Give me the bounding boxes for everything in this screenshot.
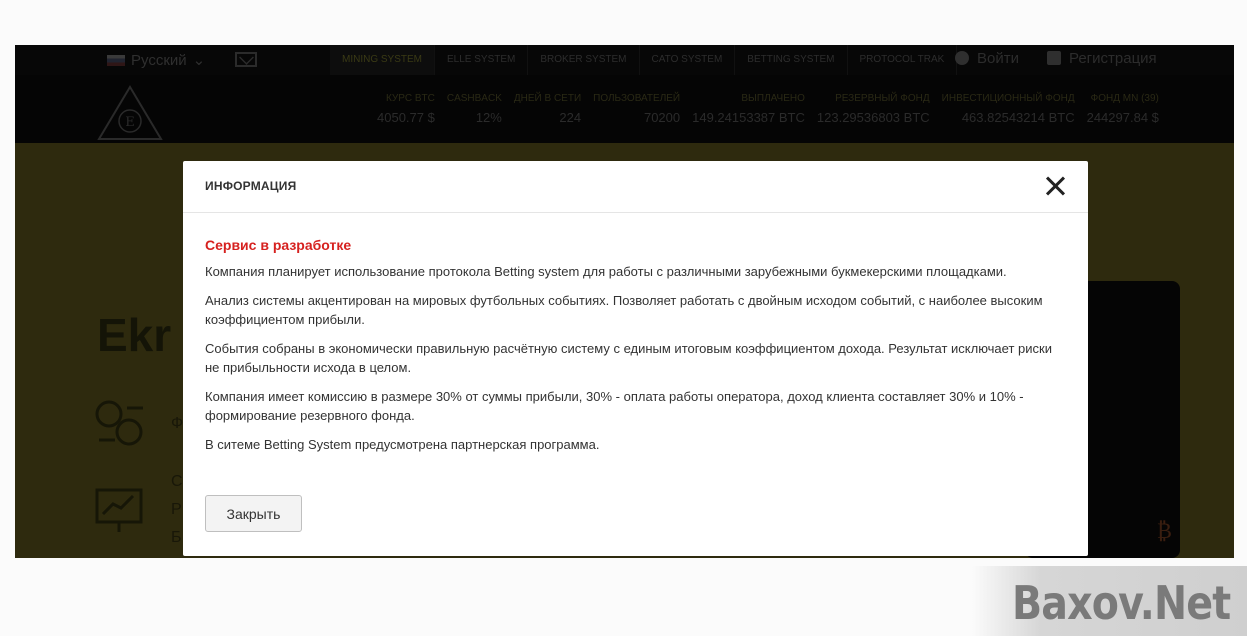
stat-cashback: CASHBACK 12% [446, 93, 502, 125]
site-logo[interactable]: E [97, 85, 163, 141]
modal-header: ИНФОРМАЦИЯ [183, 161, 1088, 213]
hero-text-4: Б [171, 529, 182, 546]
stat-btc-rate: КУРС BTC 4050.77 $ [377, 93, 435, 125]
bitcoin-icon: ₿ [1156, 519, 1172, 544]
auth-links: Войти Регистрация [955, 50, 1157, 67]
hero-text-3: Р [171, 501, 182, 518]
language-label: Русский [131, 51, 187, 69]
register-link[interactable]: Регистрация [1046, 50, 1157, 67]
login-link[interactable]: Войти [955, 50, 1019, 67]
tab-broker-system[interactable]: BROKER SYSTEM [528, 45, 640, 75]
watermark-text: Baxov.Net [1012, 576, 1231, 630]
mail-icon[interactable] [235, 52, 257, 67]
register-label: Регистрация [1068, 50, 1157, 67]
tab-betting-system[interactable]: BETTING SYSTEM [735, 45, 848, 75]
modal-paragraph-4: Компания имеет комиссию в размере 30% от… [205, 389, 1024, 423]
tab-elle-system[interactable]: ELLE SYSTEM [435, 45, 529, 75]
tab-protocol-trak[interactable]: PROTOCOL TRAK [848, 45, 958, 75]
modal-paragraph-1: Компания планирует использование протоко… [205, 264, 1007, 279]
login-label: Войти [977, 50, 1019, 67]
close-button[interactable]: Закрыть [205, 495, 302, 532]
info-modal: ИНФОРМАЦИЯ Сервис в разработке Компания … [183, 161, 1088, 556]
stats-bar: E КУРС BTC 4050.77 $ CASHBACK 12% ДНЕЙ В С… [15, 75, 1234, 143]
screenshot-stage: Русский ⌄ MINING SYSTEM ELLE SYSTEM BROK… [0, 0, 1247, 636]
modal-paragraph-5: В ситеме Betting System предусмотрена па… [205, 437, 600, 452]
language-selector[interactable]: Русский ⌄ [107, 51, 205, 69]
modal-paragraph-2: Анализ системы акцентирован на мировых ф… [205, 293, 1043, 327]
stat-days-online: ДНЕЙ В СЕТИ 224 [513, 93, 582, 125]
tab-cato-system[interactable]: CATO SYSTEM [640, 45, 736, 75]
modal-paragraph-3: События собраны в экономически правильну… [205, 341, 1052, 375]
exchange-icon [95, 400, 143, 446]
hero-text-2: С [171, 473, 183, 490]
stat-mn-fund: ФОНД MN (39) 244297.84 $ [1086, 93, 1159, 125]
close-icon[interactable] [1042, 173, 1068, 199]
modal-subtitle: Сервис в разработке [205, 237, 352, 253]
hero-text-1: Ф [171, 415, 184, 432]
stat-reserve-fund: РЕЗЕРВНЫЙ ФОНД 123.29536803 BTC [816, 93, 930, 125]
stats-grid: КУРС BTC 4050.77 $ CASHBACK 12% ДНЕЙ В СЕТ… [365, 93, 1159, 125]
tab-mining-system[interactable]: MINING SYSTEM [330, 45, 436, 75]
watermark: Baxov.Net [972, 566, 1247, 636]
logo-letter: E [125, 115, 135, 130]
chevron-down-icon: ⌄ [192, 52, 206, 69]
stat-paid-out: ВЫПЛАЧЕНО 149.24153387 BTC [692, 93, 805, 125]
hero-title: Ekr [97, 309, 172, 361]
modal-body: Сервис в разработке Компания планирует и… [183, 213, 1088, 454]
modal-title: ИНФОРМАЦИЯ [205, 179, 297, 193]
user-icon [955, 51, 969, 65]
thumbs-up-icon [1046, 51, 1061, 65]
stat-users: ПОЛЬЗОВАТЕЛЕЙ 70200 [593, 93, 681, 125]
system-tabs: MINING SYSTEM ELLE SYSTEM BROKER SYSTEM … [330, 45, 958, 75]
flag-icon [107, 54, 125, 66]
stat-investment-fund: ИНВЕСТИЦИОННЫЙ ФОНД 463.82543214 BTC [941, 93, 1075, 125]
top-navigation: Русский ⌄ MINING SYSTEM ELLE SYSTEM BROK… [15, 45, 1234, 75]
chart-screen-icon [95, 488, 143, 532]
